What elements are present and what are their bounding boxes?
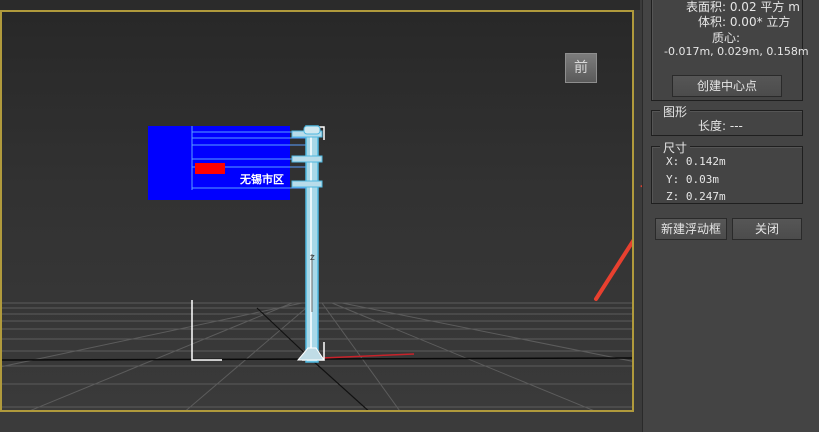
size-group-title: 尺寸: [660, 139, 691, 156]
sign-text: 无锡市区: [239, 172, 284, 186]
x-axis-line: [321, 353, 415, 359]
size-y-text: Y: 0.03m: [666, 173, 719, 186]
perspective-viewport[interactable]: 无锡市区 Z 前: [0, 10, 634, 412]
new-floating-frame-button[interactable]: 新建浮动框: [655, 218, 727, 240]
grid-axis-line: [311, 359, 369, 410]
scene-canvas: 无锡市区 Z: [2, 125, 632, 410]
viewport-top-strip: [0, 0, 640, 10]
centroid-value: -0.017m, 0.029m, 0.158m: [664, 45, 809, 58]
volume-text: 体积: 0.00* 立方: [698, 15, 791, 29]
centroid-label: 质心:: [712, 31, 741, 45]
shape-group: 图形 长度: ---: [651, 103, 803, 136]
shape-group-title: 图形: [660, 103, 691, 120]
close-button[interactable]: 关闭: [732, 218, 802, 240]
sign-pole: [291, 125, 325, 363]
length-text: 长度: ---: [698, 119, 743, 133]
viewcube-front[interactable]: 前: [565, 53, 597, 83]
sign-red-block: [195, 163, 225, 174]
create-center-point-button[interactable]: 创建中心点: [672, 75, 782, 97]
size-x-text: X: 0.142m: [666, 155, 726, 168]
annotation-arrow: [594, 238, 632, 301]
size-z-text: Z: 0.247m: [666, 190, 726, 203]
viewport-bottom-strip: [0, 412, 640, 432]
object-info-group: 表面积: 0.02 平方 m 体积: 0.00* 立方 质心: -0.017m,…: [651, 0, 809, 101]
size-group: 尺寸 X: 0.142m Y: 0.03m Z: 0.247m: [651, 139, 803, 204]
measure-panel: 表面积: 0.02 平方 m 体积: 0.00* 立方 质心: -0.017m,…: [642, 0, 819, 432]
pole-z-marker: Z: [310, 254, 315, 262]
